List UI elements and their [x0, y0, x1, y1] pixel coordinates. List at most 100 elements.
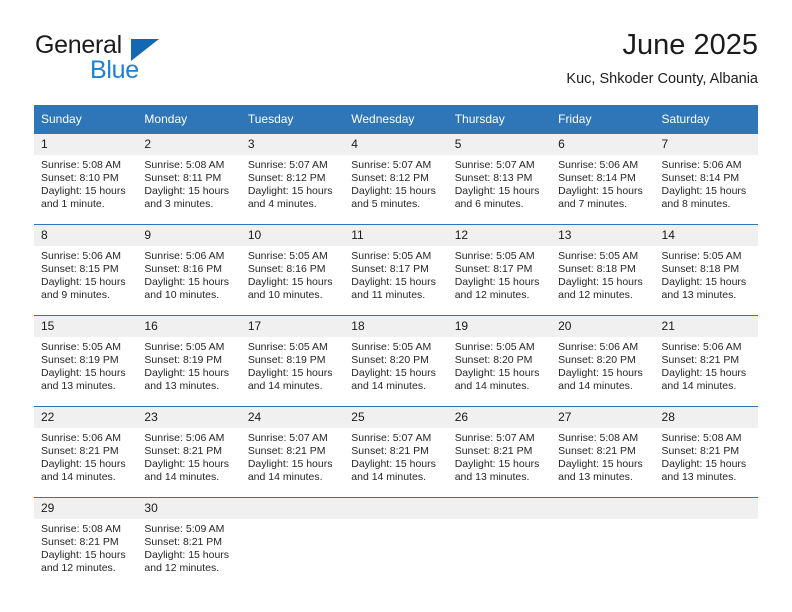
daylight-text-line1: Daylight: 15 hours	[247, 458, 333, 471]
sunset-text: Sunset: 8:21 PM	[454, 445, 533, 458]
title-block: June 2025 Kuc, Shkoder County, Albania	[566, 28, 758, 88]
day-number: 25	[344, 407, 448, 428]
day-cell-empty	[344, 497, 448, 588]
day-cell[interactable]: 5 Sunrise: 5:07 AM Sunset: 8:13 PM Dayli…	[447, 134, 552, 225]
day-number: 4	[344, 134, 448, 155]
day-cell[interactable]: 7 Sunrise: 5:06 AM Sunset: 8:14 PM Dayli…	[654, 134, 758, 225]
day-info: Sunrise: 5:05 AM Sunset: 8:20 PM Dayligh…	[448, 337, 551, 393]
weekday-header-sunday: Sunday	[34, 105, 138, 134]
calendar-week-row: 8 Sunrise: 5:06 AM Sunset: 8:15 PM Dayli…	[34, 224, 758, 316]
daylight-text-line2: and 9 minutes.	[41, 289, 110, 302]
sunset-text: Sunset: 8:19 PM	[247, 354, 326, 367]
day-info: Sunrise: 5:05 AM Sunset: 8:18 PM Dayligh…	[655, 246, 758, 302]
sunset-text: Sunset: 8:13 PM	[454, 172, 533, 185]
day-cell[interactable]: 4 Sunrise: 5:07 AM Sunset: 8:12 PM Dayli…	[344, 134, 448, 225]
day-cell-empty	[654, 497, 758, 588]
day-cell[interactable]: 30 Sunrise: 5:09 AM Sunset: 8:21 PM Dayl…	[137, 497, 241, 588]
day-number: 28	[654, 407, 758, 428]
daylight-text-line2: and 3 minutes.	[144, 198, 214, 211]
day-cell[interactable]: 2 Sunrise: 5:08 AM Sunset: 8:11 PM Dayli…	[137, 134, 241, 225]
sunset-text: Sunset: 8:21 PM	[558, 445, 636, 458]
daylight-text-line2: and 14 minutes.	[351, 380, 426, 393]
day-cell[interactable]: 24 Sunrise: 5:07 AM Sunset: 8:21 PM Dayl…	[240, 406, 345, 498]
daylight-text-line1: Daylight: 15 hours	[247, 185, 333, 198]
day-cell[interactable]: 22 Sunrise: 5:06 AM Sunset: 8:21 PM Dayl…	[34, 406, 138, 498]
day-cell[interactable]: 12 Sunrise: 5:05 AM Sunset: 8:17 PM Dayl…	[447, 224, 552, 316]
weekday-header-tuesday: Tuesday	[240, 105, 345, 134]
day-info: Sunrise: 5:05 AM Sunset: 8:19 PM Dayligh…	[137, 337, 240, 393]
sunset-text: Sunset: 8:21 PM	[661, 354, 740, 367]
day-info: Sunrise: 5:08 AM Sunset: 8:21 PM Dayligh…	[655, 428, 758, 484]
day-number	[551, 498, 655, 519]
day-number: 30	[137, 498, 241, 519]
sunset-text: Sunset: 8:21 PM	[144, 536, 223, 549]
daylight-text-line1: Daylight: 15 hours	[661, 276, 747, 289]
daylight-text-line2: and 10 minutes.	[144, 289, 220, 302]
day-number: 22	[34, 407, 138, 428]
day-cell[interactable]: 27 Sunrise: 5:08 AM Sunset: 8:21 PM Dayl…	[551, 406, 655, 498]
daylight-text-line2: and 6 minutes.	[454, 198, 524, 211]
weekday-header-saturday: Saturday	[654, 105, 758, 134]
day-cell[interactable]: 18 Sunrise: 5:05 AM Sunset: 8:20 PM Dayl…	[344, 315, 448, 407]
daylight-text-line1: Daylight: 15 hours	[558, 185, 643, 198]
day-cell[interactable]: 20 Sunrise: 5:06 AM Sunset: 8:20 PM Dayl…	[551, 315, 655, 407]
day-cell[interactable]: 21 Sunrise: 5:06 AM Sunset: 8:21 PM Dayl…	[654, 315, 758, 407]
day-info: Sunrise: 5:08 AM Sunset: 8:21 PM Dayligh…	[551, 428, 654, 484]
day-number: 21	[654, 316, 758, 337]
daylight-text-line1: Daylight: 15 hours	[144, 367, 230, 380]
sunset-text: Sunset: 8:21 PM	[144, 445, 223, 458]
sunrise-text: Sunrise: 5:05 AM	[247, 341, 328, 353]
day-info: Sunrise: 5:05 AM Sunset: 8:19 PM Dayligh…	[241, 337, 344, 393]
sunset-text: Sunset: 8:11 PM	[144, 172, 222, 185]
sunset-text: Sunset: 8:18 PM	[661, 263, 740, 276]
day-number: 2	[137, 134, 241, 155]
sunrise-text: Sunrise: 5:08 AM	[41, 523, 121, 535]
sunrise-text: Sunrise: 5:05 AM	[661, 250, 742, 262]
daylight-text-line1: Daylight: 15 hours	[351, 458, 436, 471]
day-cell[interactable]: 14 Sunrise: 5:05 AM Sunset: 8:18 PM Dayl…	[654, 224, 758, 316]
daylight-text-line2: and 13 minutes.	[661, 471, 737, 484]
day-number: 27	[551, 407, 655, 428]
day-cell[interactable]: 25 Sunrise: 5:07 AM Sunset: 8:21 PM Dayl…	[344, 406, 448, 498]
daylight-text-line1: Daylight: 15 hours	[41, 549, 126, 562]
day-info: Sunrise: 5:08 AM Sunset: 8:10 PM Dayligh…	[34, 155, 137, 211]
calendar-body: 1 Sunrise: 5:08 AM Sunset: 8:10 PM Dayli…	[34, 134, 758, 588]
day-cell[interactable]: 26 Sunrise: 5:07 AM Sunset: 8:21 PM Dayl…	[447, 406, 552, 498]
day-cell[interactable]: 19 Sunrise: 5:05 AM Sunset: 8:20 PM Dayl…	[447, 315, 552, 407]
day-cell[interactable]: 9 Sunrise: 5:06 AM Sunset: 8:16 PM Dayli…	[137, 224, 241, 316]
day-number: 26	[447, 407, 552, 428]
day-cell[interactable]: 8 Sunrise: 5:06 AM Sunset: 8:15 PM Dayli…	[34, 224, 138, 316]
daylight-text-line2: and 14 minutes.	[661, 380, 737, 393]
day-cell[interactable]: 6 Sunrise: 5:06 AM Sunset: 8:14 PM Dayli…	[551, 134, 655, 225]
day-info: Sunrise: 5:08 AM Sunset: 8:11 PM Dayligh…	[137, 155, 240, 211]
sunrise-text: Sunrise: 5:06 AM	[144, 250, 225, 262]
day-cell[interactable]: 11 Sunrise: 5:05 AM Sunset: 8:17 PM Dayl…	[344, 224, 448, 316]
daylight-text-line1: Daylight: 15 hours	[558, 276, 643, 289]
day-cell[interactable]: 28 Sunrise: 5:08 AM Sunset: 8:21 PM Dayl…	[654, 406, 758, 498]
sunset-text: Sunset: 8:21 PM	[247, 445, 326, 458]
day-cell[interactable]: 16 Sunrise: 5:05 AM Sunset: 8:19 PM Dayl…	[137, 315, 241, 407]
sunset-text: Sunset: 8:19 PM	[144, 354, 223, 367]
day-cell-empty	[240, 497, 345, 588]
day-cell[interactable]: 1 Sunrise: 5:08 AM Sunset: 8:10 PM Dayli…	[34, 134, 138, 225]
day-number: 10	[240, 225, 345, 246]
daylight-text-line2: and 1 minute.	[41, 198, 105, 211]
day-cell[interactable]: 29 Sunrise: 5:08 AM Sunset: 8:21 PM Dayl…	[34, 497, 138, 588]
daylight-text-line2: and 14 minutes.	[247, 471, 323, 484]
day-cell[interactable]: 17 Sunrise: 5:05 AM Sunset: 8:19 PM Dayl…	[240, 315, 345, 407]
day-cell[interactable]: 23 Sunrise: 5:06 AM Sunset: 8:21 PM Dayl…	[137, 406, 241, 498]
day-number: 8	[34, 225, 138, 246]
day-cell[interactable]: 10 Sunrise: 5:05 AM Sunset: 8:16 PM Dayl…	[240, 224, 345, 316]
day-cell[interactable]: 15 Sunrise: 5:05 AM Sunset: 8:19 PM Dayl…	[34, 315, 138, 407]
daylight-text-line2: and 8 minutes.	[661, 198, 731, 211]
day-cell[interactable]: 13 Sunrise: 5:05 AM Sunset: 8:18 PM Dayl…	[551, 224, 655, 316]
daylight-text-line2: and 13 minutes.	[558, 471, 633, 484]
sunrise-text: Sunrise: 5:05 AM	[247, 250, 328, 262]
day-cell-empty	[447, 497, 552, 588]
sunrise-text: Sunrise: 5:06 AM	[661, 159, 742, 171]
day-info: Sunrise: 5:05 AM Sunset: 8:19 PM Dayligh…	[34, 337, 137, 393]
sunrise-text: Sunrise: 5:05 AM	[454, 250, 535, 262]
day-info: Sunrise: 5:06 AM Sunset: 8:20 PM Dayligh…	[551, 337, 654, 393]
day-cell[interactable]: 3 Sunrise: 5:07 AM Sunset: 8:12 PM Dayli…	[240, 134, 345, 225]
sunset-text: Sunset: 8:16 PM	[144, 263, 223, 276]
